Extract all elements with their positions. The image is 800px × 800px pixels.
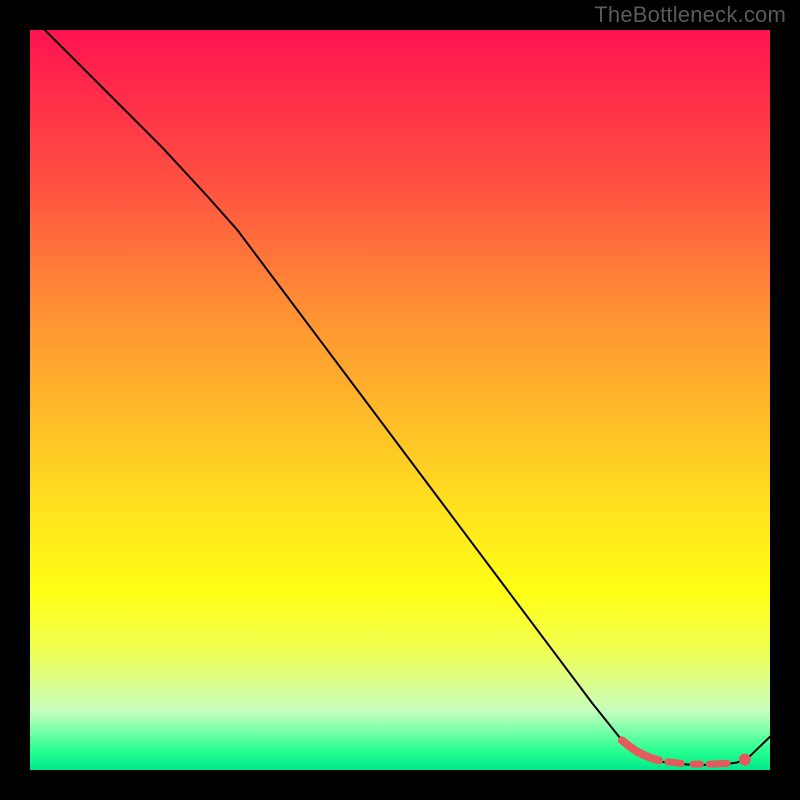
end-dot [739, 754, 751, 766]
bottleneck-curve [30, 30, 770, 765]
dash-c [709, 763, 727, 764]
dash-a [668, 762, 681, 763]
chart-svg [30, 30, 770, 770]
chart-frame: TheBottleneck.com [0, 0, 800, 800]
watermark-text: TheBottleneck.com [594, 2, 786, 28]
highlight-segment [622, 740, 659, 760]
